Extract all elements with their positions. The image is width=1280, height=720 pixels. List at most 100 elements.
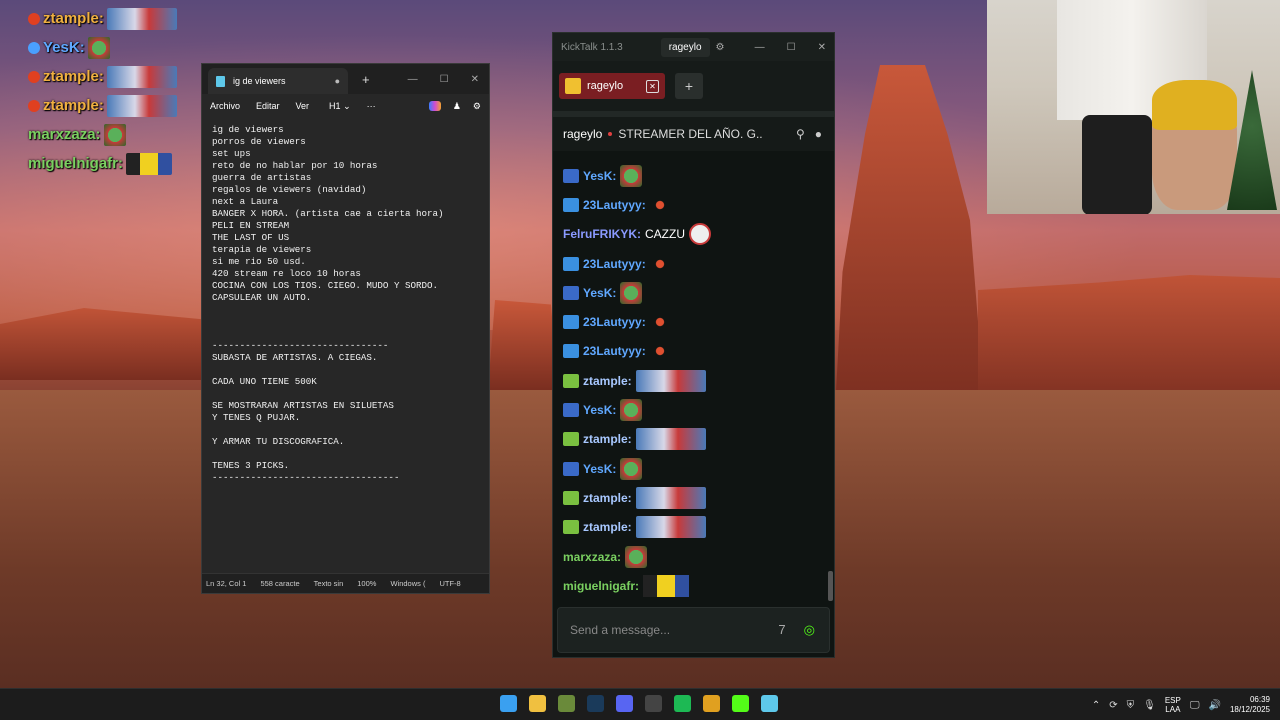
close-button[interactable]: ✕ (471, 74, 479, 85)
chat-message[interactable]: 23Lautyyy: (553, 307, 823, 336)
menu-editar[interactable]: Editar (256, 101, 280, 111)
user-list-icon[interactable]: ● (815, 127, 822, 141)
notepad-tab[interactable]: ig de viewers ● (208, 68, 348, 94)
chat-messages-list[interactable]: YesK: 23Lautyyy: FelruFRIKYK: CAZZU 23Lautyy… (553, 161, 823, 600)
user-badge-icon (563, 432, 579, 447)
chat-message[interactable]: 23Lautyyy: (553, 337, 823, 366)
more-options-button[interactable]: ··· (367, 101, 376, 111)
emote-icon (620, 457, 643, 480)
chat-message[interactable]: ztample: (553, 513, 823, 542)
copilot-icon[interactable] (428, 101, 441, 111)
chat-username[interactable]: ztample: (583, 374, 632, 388)
chat-message[interactable]: ztample: (553, 483, 823, 512)
chat-username[interactable]: YesK: (583, 403, 616, 417)
stream-channel[interactable]: rageylo (563, 127, 602, 141)
chat-username[interactable]: YesK: (583, 286, 616, 300)
chat-message[interactable]: FelruFRIKYK: CAZZU (553, 220, 823, 249)
kicktalk-window[interactable]: KickTalk 1.1.3 rageylo ⚙ — ☐ ✕ rageylo ✕… (552, 32, 835, 658)
chat-username[interactable]: 23Lautyyy: (583, 198, 646, 212)
volume-icon[interactable]: 🔊 (1209, 700, 1221, 711)
lang-top: ESP (1164, 696, 1181, 705)
chat-username[interactable]: ztample: (583, 520, 632, 534)
wallpaper-rock-formation (488, 300, 558, 390)
system-tray: ⌃ ⟳ ⛨ 🎙 ESP LAA 🖵 🔊 06:39 18/12/2025 (1092, 689, 1270, 720)
menu-ver[interactable]: Ver (296, 101, 310, 111)
heading-select[interactable]: H1 ⌄ (329, 101, 351, 112)
chat-username[interactable]: ztample: (583, 432, 632, 446)
clock[interactable]: 06:39 18/12/2025 (1230, 695, 1270, 715)
start-icon[interactable] (500, 695, 517, 712)
sync-icon[interactable]: ⟳ (1109, 700, 1117, 711)
chrome-icon[interactable] (703, 695, 720, 712)
user-button[interactable]: rageylo (660, 37, 710, 57)
status-eol[interactable]: Windows ( (390, 579, 425, 588)
kicktalk-titlebar[interactable]: KickTalk 1.1.3 rageylo ⚙ — ☐ ✕ (553, 33, 834, 61)
status-zoom[interactable]: 100% (357, 579, 376, 588)
gamepad-app-icon[interactable] (558, 695, 575, 712)
settings-gear-icon[interactable]: ⚙ (716, 42, 725, 53)
status-encoding[interactable]: UTF-8 (439, 579, 460, 588)
message-input[interactable]: Send a message... 7 ◎ (557, 607, 830, 653)
close-button[interactable]: ✕ (818, 42, 826, 53)
chat-message[interactable]: ztample: (553, 425, 823, 454)
chat-username[interactable]: YesK: (583, 169, 616, 183)
notepad-titlebar[interactable]: ig de viewers ● + — ☐ ✕ (202, 64, 489, 94)
user-badge-icon (563, 461, 579, 476)
tray-chevron-icon[interactable]: ⌃ (1092, 700, 1100, 711)
minimize-button[interactable]: — (755, 42, 765, 53)
chat-username[interactable]: marxzaza: (563, 550, 621, 564)
badge-icon (28, 41, 40, 54)
language-indicator[interactable]: ESP LAA (1165, 696, 1181, 714)
new-tab-button[interactable]: + (362, 72, 370, 87)
close-tab-icon[interactable]: ✕ (646, 79, 659, 93)
chat-username[interactable]: FelruFRIKYK: (563, 227, 641, 241)
chat-message[interactable]: marxzaza: (553, 542, 823, 571)
network-icon[interactable]: 🖵 (1190, 700, 1200, 711)
spotify-icon[interactable] (674, 695, 691, 712)
chat-message[interactable]: miguelnigafr: (553, 571, 823, 600)
stream-chat-overlay: ztample: YesK: ztample: ztample: marxzaza: mi… (28, 4, 198, 178)
settings-gear-icon[interactable]: ⚙ (473, 101, 481, 112)
chat-message[interactable]: 23Lautyyy: (553, 190, 823, 219)
chat-username[interactable]: 23Lautyyy: (583, 344, 646, 358)
chat-message[interactable]: 23Lautyyy: (553, 249, 823, 278)
minimize-button[interactable]: — (408, 74, 418, 85)
maximize-button[interactable]: ☐ (440, 74, 449, 85)
chat-username[interactable]: miguelnigafr: (563, 579, 639, 593)
kick-emote-icon[interactable]: ◎ (804, 622, 815, 638)
user-badge-icon (563, 344, 579, 359)
maximize-button[interactable]: ☐ (787, 42, 796, 53)
chat-username[interactable]: ztample: (583, 491, 632, 505)
add-chat-button[interactable]: + (675, 73, 703, 99)
pin-icon[interactable]: ⚲ (796, 127, 805, 141)
status-format[interactable]: Texto sin (314, 579, 344, 588)
chat-message[interactable]: ztample: (553, 366, 823, 395)
kick-icon[interactable] (732, 695, 749, 712)
notepad-text-area[interactable]: ig de viewers porros de viewers set ups … (212, 124, 482, 484)
tab-rageylo[interactable]: rageylo ✕ (559, 73, 665, 99)
unsaved-dot-icon[interactable]: ● (335, 76, 340, 86)
chat-message[interactable]: YesK: (553, 395, 823, 424)
chat-username[interactable]: 23Lautyyy: (583, 257, 646, 271)
chat-message[interactable]: YesK: (553, 278, 823, 307)
chat-message[interactable]: YesK: (553, 454, 823, 483)
steam-icon[interactable] (587, 695, 604, 712)
message-placeholder: Send a message... (570, 623, 671, 637)
seventv-emote-icon[interactable]: 7 (778, 622, 785, 638)
chat-username[interactable]: YesK: (583, 462, 616, 476)
obs-icon[interactable] (645, 695, 662, 712)
notepad-icon[interactable] (761, 695, 778, 712)
account-icon[interactable]: ♟ (453, 101, 461, 112)
menu-archivo[interactable]: Archivo (210, 101, 240, 111)
security-icon[interactable]: ⛨ (1127, 700, 1135, 711)
microphone-icon[interactable]: 🎙 (1143, 700, 1156, 711)
file-explorer-icon[interactable] (529, 695, 546, 712)
notepad-window[interactable]: ig de viewers ● + — ☐ ✕ Archivo Editar V… (201, 63, 490, 594)
user-badge-icon (563, 373, 579, 388)
discord-icon[interactable] (616, 695, 633, 712)
chat-scrollbar[interactable] (828, 571, 833, 601)
emote-icon (635, 428, 706, 451)
chat-message[interactable]: YesK: (553, 161, 823, 190)
user-badge-icon (563, 490, 579, 505)
chat-username[interactable]: 23Lautyyy: (583, 315, 646, 329)
